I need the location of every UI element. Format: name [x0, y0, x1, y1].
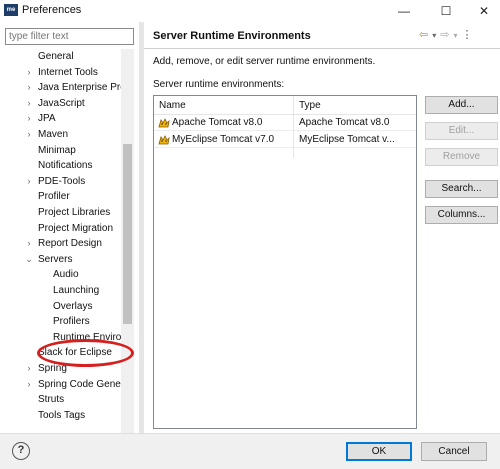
tree-item[interactable]: Struts: [0, 392, 121, 407]
maximize-button[interactable]: ☐: [432, 2, 460, 20]
runtime-name: MyEclipse Tomcat v7.0: [172, 134, 275, 145]
tree-item-label: General: [38, 51, 74, 62]
tree-item-label: Internet Tools: [38, 66, 98, 78]
page-description: Add, remove, or edit server runtime envi…: [153, 56, 376, 67]
collapsed-arrow-icon[interactable]: ›: [24, 377, 34, 392]
tree-item[interactable]: › JavaScript: [0, 96, 121, 111]
sidebar-scrollbar-thumb[interactable]: [123, 144, 132, 324]
collapsed-arrow-icon[interactable]: ›: [24, 361, 34, 376]
page-title: Server Runtime Environments: [153, 30, 311, 42]
tree-item-label: Overlays: [53, 300, 93, 312]
filter-input[interactable]: [5, 28, 134, 45]
window-title: Preferences: [22, 4, 82, 16]
preferences-sidebar: General › Internet Tools › Java Enterprise P…: [0, 22, 139, 435]
tree-item-label: Profiler: [38, 191, 70, 203]
column-header-type[interactable]: Type: [294, 96, 416, 115]
tree-item-label: Servers: [38, 253, 73, 265]
search-button[interactable]: Search...: [425, 180, 498, 198]
collapsed-arrow-icon[interactable]: ›: [24, 111, 34, 126]
tree-item-label: Profilers: [53, 316, 90, 328]
tree-item-label: PDE-Tools: [38, 175, 86, 187]
remove-button[interactable]: Remove: [425, 148, 498, 166]
tree-item[interactable]: Project Migration: [0, 221, 121, 236]
tree-item[interactable]: Profilers: [0, 314, 121, 329]
page-navigation: ⇦ ▾ ⇨ ▾ ⋮: [419, 28, 476, 41]
column-header-name[interactable]: Name: [154, 96, 293, 115]
runtime-name: Apache Tomcat v8.0: [172, 117, 263, 128]
table-row[interactable]: Apache Tomcat v8.0 Apache Tomcat v8.0: [154, 115, 416, 131]
tree-item-label: JPA: [38, 113, 56, 125]
collapsed-arrow-icon[interactable]: ›: [24, 127, 34, 142]
tree-item[interactable]: › Report Design: [0, 236, 121, 251]
tree-item-label: JavaScript: [38, 97, 85, 109]
tree-item-label: Minimap: [38, 144, 76, 156]
tomcat-icon: [158, 118, 170, 128]
tree-item[interactable]: Audio: [0, 267, 121, 282]
columns-button[interactable]: Columns...: [425, 206, 498, 224]
back-icon[interactable]: ⇦: [419, 29, 428, 41]
tomcat-icon: [158, 135, 170, 145]
tree-item-label: Project Libraries: [38, 207, 111, 218]
tree-item-label: Spring Code Gene: [38, 378, 121, 390]
tree-item-label: Audio: [53, 269, 79, 281]
table-label: Server runtime environments:: [153, 79, 285, 90]
tree-item-label: Project Migration: [38, 222, 114, 234]
tree-item-label: Java Enterprise Pro: [38, 82, 121, 94]
tree-item-label: Tools Tags: [38, 409, 86, 421]
tree-item-label: Launching: [53, 285, 100, 296]
forward-icon[interactable]: ⇨: [440, 29, 449, 41]
expanded-arrow-icon[interactable]: ⌄: [24, 252, 34, 267]
preference-page: Server Runtime Environments ⇦ ▾ ⇨ ▾ ⋮ Add, r…: [144, 22, 500, 433]
collapsed-arrow-icon[interactable]: ›: [24, 96, 34, 111]
tree-item[interactable]: › Maven: [0, 127, 121, 142]
tree-item-label: Notifications: [38, 160, 93, 172]
title-separator: [144, 48, 500, 49]
tree-item[interactable]: Launching: [0, 283, 121, 298]
more-icon[interactable]: ⋮: [461, 29, 472, 41]
tree-item[interactable]: ⌄ Servers: [0, 252, 121, 267]
collapsed-arrow-icon[interactable]: ›: [24, 65, 34, 80]
collapsed-arrow-icon[interactable]: ›: [24, 174, 34, 189]
runtime-type: MyEclipse Tomcat v...: [299, 134, 395, 145]
add-button[interactable]: Add...: [425, 96, 498, 114]
back-menu-icon[interactable]: ▾: [432, 31, 436, 40]
help-icon[interactable]: ?: [12, 442, 30, 460]
tree-item-label: Report Design: [38, 238, 102, 250]
close-button[interactable]: ✕: [470, 2, 498, 20]
table-row[interactable]: MyEclipse Tomcat v7.0 MyEclipse Tomcat v…: [154, 132, 416, 148]
tree-item[interactable]: Overlays: [0, 299, 121, 314]
tree-item[interactable]: › Java Enterprise Pro: [0, 80, 122, 95]
app-icon: me: [4, 4, 18, 16]
minimize-button[interactable]: —: [390, 2, 418, 20]
preferences-tree: General › Internet Tools › Java Enterprise P…: [0, 49, 121, 435]
tree-item[interactable]: Project Libraries: [0, 205, 121, 220]
tree-item[interactable]: › PDE-Tools: [0, 174, 121, 189]
collapsed-arrow-icon[interactable]: ›: [24, 236, 34, 251]
tree-item[interactable]: Minimap: [0, 143, 121, 158]
tree-item[interactable]: › Spring Code Gene: [0, 377, 121, 392]
tree-item[interactable]: Profiler: [0, 189, 121, 204]
runtime-type: Apache Tomcat v8.0: [299, 117, 390, 128]
runtime-table: Name Type Apache Tomcat v8.0 Apache Tomc…: [153, 95, 417, 429]
cancel-button[interactable]: Cancel: [421, 442, 487, 461]
forward-menu-icon[interactable]: ▾: [453, 31, 457, 40]
tree-item-label: Maven: [38, 129, 69, 140]
annotation-oval: [37, 339, 134, 367]
tree-item[interactable]: Notifications: [0, 158, 121, 173]
tree-item[interactable]: › Internet Tools: [0, 65, 121, 80]
edit-button[interactable]: Edit...: [425, 122, 498, 140]
ok-button[interactable]: OK: [346, 442, 412, 461]
dialog-footer: ? OK Cancel: [0, 433, 500, 469]
tree-item[interactable]: › JPA: [0, 111, 121, 126]
tree-item-label: Struts: [38, 394, 65, 406]
title-bar: me Preferences — ☐ ✕: [0, 0, 500, 22]
sidebar-scrollbar[interactable]: [121, 49, 134, 435]
collapsed-arrow-icon[interactable]: ›: [24, 80, 34, 95]
tree-item[interactable]: General: [0, 49, 121, 64]
tree-item[interactable]: Tools Tags: [0, 408, 121, 423]
